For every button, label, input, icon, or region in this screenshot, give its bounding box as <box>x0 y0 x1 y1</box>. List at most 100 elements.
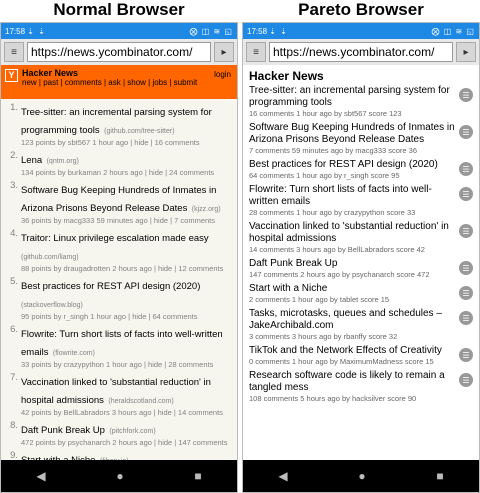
download-icon: ⇣ ⇣ <box>27 26 46 36</box>
story-row: Daft Punk Break Up 147 comments 2 hours a… <box>249 258 473 279</box>
status-bar: 17:58 ⇣ ⇣ ⨂ ◫ ≋ ◱ <box>1 23 237 39</box>
more-options-icon[interactable]: ☰ <box>459 311 473 325</box>
story-site[interactable]: (stackoverflow.blog) <box>21 302 83 309</box>
story-row: 2. Lena (qntm.org) 134 points by burkaman … <box>5 150 233 177</box>
story-site[interactable]: (flowrite.com) <box>53 350 95 357</box>
story-rank: 8. <box>10 420 18 431</box>
story-row: 1. Tree-sitter: an incremental parsing sy… <box>5 102 233 147</box>
story-row: Tasks, microtasks, queues and schedules … <box>249 308 473 341</box>
url-bar: ≡ https://news.ycombinator.com/ ▸ <box>243 39 479 65</box>
story-title-link[interactable]: Flowrite: Turn short lists of facts into… <box>249 184 455 208</box>
story-row: Start with a Niche 2 comments 1 hour ago … <box>249 283 473 304</box>
hn-title[interactable]: Hacker News <box>22 68 197 78</box>
story-rank: 7. <box>10 372 18 383</box>
story-row: Vaccination linked to 'substantial reduc… <box>249 221 473 254</box>
story-title-link[interactable]: Best practices for REST API design (2020… <box>249 159 455 171</box>
story-site[interactable]: (github.com/tree-sitter) <box>104 128 174 135</box>
story-subtext[interactable]: 123 points by sbt567 1 hour ago | hide |… <box>21 138 233 147</box>
story-site[interactable]: (qntm.org) <box>47 158 79 165</box>
story-rank: 4. <box>10 228 18 239</box>
hn-story-list: 1. Tree-sitter: an incremental parsing sy… <box>1 99 237 492</box>
story-site[interactable]: (kjzz.org) <box>192 206 221 213</box>
story-title-link[interactable]: Software Bug Keeping Hundreds of Inmates… <box>21 185 216 214</box>
story-subtext[interactable]: 36 points by macg333 59 minutes ago | hi… <box>21 216 233 225</box>
menu-icon[interactable]: ≡ <box>4 42 24 62</box>
story-site[interactable]: (heraldscotland.com) <box>108 398 173 405</box>
home-icon[interactable]: ● <box>116 469 123 483</box>
story-subtext[interactable]: 42 points by BellLabradors 3 hours ago |… <box>21 408 233 417</box>
more-options-icon[interactable]: ☰ <box>459 348 473 362</box>
url-bar: ≡ https://news.ycombinator.com/ ▸ <box>1 39 237 65</box>
story-subtext[interactable]: 88 points by draugadrotten 2 hours ago |… <box>21 264 233 273</box>
story-title-link[interactable]: Best practices for REST API design (2020… <box>21 281 200 292</box>
recent-apps-icon[interactable]: ■ <box>436 469 443 483</box>
story-title-link[interactable]: Traitor: Linux privilege escalation made… <box>21 233 209 244</box>
go-icon[interactable]: ▸ <box>214 42 234 62</box>
pareto-browser-phone: 17:58 ⇣ ⇣ ⨂ ◫ ≋ ◱ ≡ https://news.ycombin… <box>242 22 480 493</box>
more-options-icon[interactable]: ☰ <box>459 224 473 238</box>
story-meta: 2 comments 1 hour ago by tablet score 15 <box>249 295 390 304</box>
hn-header: Y Hacker News new | past | comments | as… <box>1 65 237 99</box>
story-meta: 0 comments 1 hour ago by MaximumMadness … <box>249 357 434 366</box>
story-title-link[interactable]: Start with a Niche <box>249 283 455 295</box>
story-title-link[interactable]: Flowrite: Turn short lists of facts into… <box>21 329 223 358</box>
story-row: Best practices for REST API design (2020… <box>249 159 473 180</box>
story-row: TikTok and the Network Effects of Creati… <box>249 345 473 366</box>
story-row: 7. Vaccination linked to 'substantial red… <box>5 372 233 417</box>
story-rank: 2. <box>10 150 18 161</box>
go-icon[interactable]: ▸ <box>456 42 476 62</box>
story-row: 3. Software Bug Keeping Hundreds of Inmat… <box>5 180 233 225</box>
story-rank: 1. <box>10 102 18 113</box>
story-row: Software Bug Keeping Hundreds of Inmates… <box>249 122 473 155</box>
story-meta: 28 comments 1 hour ago by crazypython sc… <box>249 208 416 217</box>
hn-logo[interactable]: Y <box>5 69 18 82</box>
story-meta: 16 comments 1 hour ago by sbt567 score 1… <box>249 109 402 118</box>
recent-apps-icon[interactable]: ■ <box>194 469 201 483</box>
more-options-icon[interactable]: ☰ <box>459 261 473 275</box>
story-row: 4. Traitor: Linux privilege escalation ma… <box>5 228 233 273</box>
story-meta: 14 comments 3 hours ago by BellLabradors… <box>249 245 425 254</box>
story-title-link[interactable]: TikTok and the Network Effects of Creati… <box>249 345 455 357</box>
story-meta: 64 comments 1 hour ago by r_singh score … <box>249 171 400 180</box>
story-rank: 5. <box>10 276 18 287</box>
story-title-link[interactable]: Tasks, microtasks, queues and schedules … <box>249 308 455 332</box>
story-site[interactable]: (github.com/liamg) <box>21 254 79 261</box>
back-icon[interactable]: ◀ <box>36 469 45 483</box>
story-site[interactable]: (pitchfork.com) <box>109 428 155 435</box>
story-row: Research software code is likely to rema… <box>249 370 473 403</box>
more-options-icon[interactable]: ☰ <box>459 88 473 102</box>
hn-nav-links[interactable]: new | past | comments | ask | show | job… <box>22 78 197 87</box>
more-options-icon[interactable]: ☰ <box>459 162 473 176</box>
more-options-icon[interactable]: ☰ <box>459 187 473 201</box>
more-options-icon[interactable]: ☰ <box>459 286 473 300</box>
url-input[interactable]: https://news.ycombinator.com/ <box>27 42 211 62</box>
story-title-link[interactable]: Lena <box>21 155 42 166</box>
menu-icon[interactable]: ≡ <box>246 42 266 62</box>
story-subtext[interactable]: 134 points by burkaman 2 hours ago | hid… <box>21 168 233 177</box>
story-subtext[interactable]: 33 points by crazypython 1 hour ago | hi… <box>21 360 233 369</box>
story-title-link[interactable]: Research software code is likely to rema… <box>249 370 455 394</box>
url-input[interactable]: https://news.ycombinator.com/ <box>269 42 453 62</box>
story-title-link[interactable]: Vaccination linked to 'substantial reduc… <box>249 221 455 245</box>
more-options-icon[interactable]: ☰ <box>459 125 473 139</box>
story-subtext[interactable]: 472 points by psychanarch 2 hours ago | … <box>21 438 233 447</box>
home-icon[interactable]: ● <box>358 469 365 483</box>
status-time: 17:58 <box>247 26 268 36</box>
story-row: 8. Daft Punk Break Up (pitchfork.com) 472 … <box>5 420 233 447</box>
pareto-story-list: Tree-sitter: an incremental parsing syst… <box>243 85 479 475</box>
story-title-link[interactable]: Daft Punk Break Up <box>21 425 105 436</box>
story-title-link[interactable]: Software Bug Keeping Hundreds of Inmates… <box>249 122 455 146</box>
story-title-link[interactable]: Daft Punk Break Up <box>249 258 455 270</box>
story-meta: 108 comments 5 hours ago by hacksilver s… <box>249 394 417 403</box>
system-icons: ⨂ ◫ ≋ ◱ <box>431 26 475 36</box>
story-title-link[interactable]: Tree-sitter: an incremental parsing syst… <box>249 85 455 109</box>
story-meta: 7 comments 59 minutes ago by macg333 sco… <box>249 146 418 155</box>
story-subtext[interactable]: 95 points by r_singh 1 hour ago | hide |… <box>21 312 233 321</box>
story-meta: 147 comments 2 hours ago by psychanarch … <box>249 270 430 279</box>
login-link[interactable]: login <box>214 70 231 79</box>
back-icon[interactable]: ◀ <box>278 469 287 483</box>
more-options-icon[interactable]: ☰ <box>459 373 473 387</box>
normal-browser-phone: 17:58 ⇣ ⇣ ⨂ ◫ ≋ ◱ ≡ https://news.ycombin… <box>0 22 238 493</box>
normal-browser-title: Normal Browser <box>53 0 185 19</box>
story-row: 6. Flowrite: Turn short lists of facts in… <box>5 324 233 369</box>
